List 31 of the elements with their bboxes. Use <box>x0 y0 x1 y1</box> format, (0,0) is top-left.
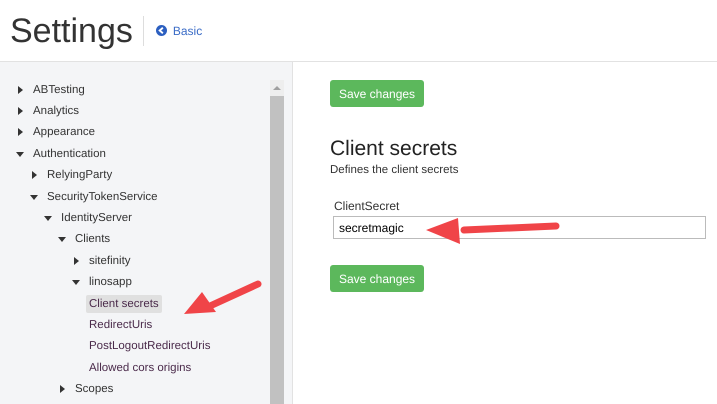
tree-item[interactable]: Clients <box>72 230 114 248</box>
tree-item[interactable]: ABTesting <box>30 80 88 99</box>
caret-right-icon[interactable] <box>30 171 38 180</box>
tree-item[interactable]: Scopes <box>72 380 116 398</box>
tree-item[interactable]: Allowed cors origins <box>86 358 194 377</box>
caret-right-icon[interactable] <box>72 256 80 265</box>
scrollbar[interactable] <box>270 80 284 404</box>
tree-item[interactable]: IdentityServer <box>58 209 135 228</box>
tree-item[interactable]: PostLogoutRedirectUris <box>86 337 214 356</box>
caret-right-icon[interactable] <box>58 385 66 394</box>
tree-item[interactable]: Authentication <box>30 144 109 163</box>
tree-item[interactable]: linosapp <box>86 273 135 292</box>
caret-right-icon[interactable] <box>16 107 24 116</box>
caret-down-icon[interactable] <box>58 235 66 244</box>
tree-item[interactable]: sitefinity <box>86 252 134 270</box>
caret-down-icon[interactable] <box>30 192 38 201</box>
tree-item[interactable]: SecurityTokenService <box>44 188 161 206</box>
tree-item[interactable]: Appearance <box>30 123 98 142</box>
field-label: ClientSecret <box>334 199 400 213</box>
caret-down-icon[interactable] <box>72 278 80 286</box>
caret-right-icon[interactable] <box>16 128 24 136</box>
tree-item[interactable]: Analytics <box>30 102 82 120</box>
back-link[interactable]: Basic <box>156 24 202 38</box>
caret-right-icon[interactable] <box>16 86 24 94</box>
tree-item[interactable]: RelyingParty <box>44 166 116 184</box>
section-heading: Client secrets <box>330 137 458 161</box>
tree-item[interactable]: Client secrets <box>86 294 162 313</box>
caret-down-icon[interactable] <box>16 150 24 158</box>
caret-down-icon[interactable] <box>44 214 52 222</box>
section-description: Defines the client secrets <box>330 164 458 176</box>
tree-item[interactable]: RedirectUris <box>86 316 156 334</box>
